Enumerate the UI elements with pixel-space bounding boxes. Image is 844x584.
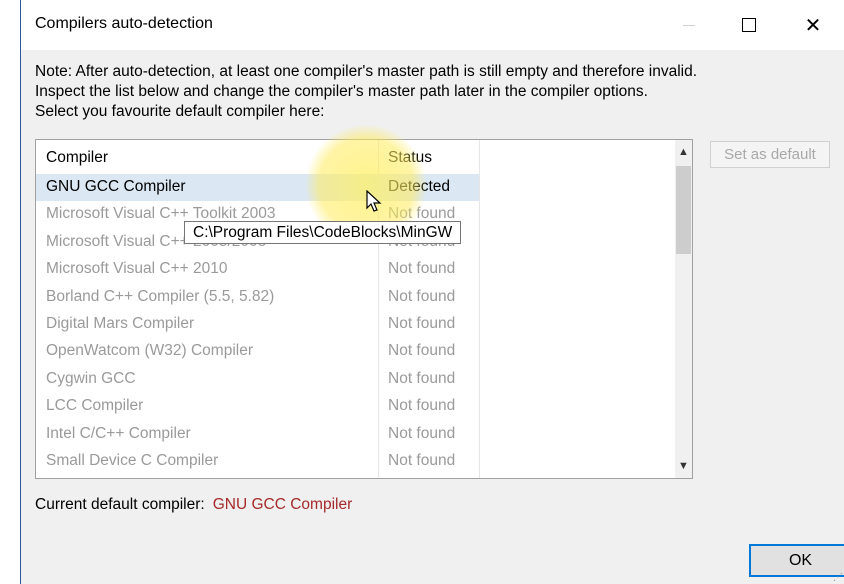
table-row[interactable]: Cygwin GCC Not found [36, 366, 676, 393]
compiler-name-cell: GNU GCC Compiler [46, 178, 186, 195]
compiler-name-cell: Borland C++ Compiler (5.5, 5.82) [46, 287, 275, 305]
compiler-status-cell: Not found [388, 397, 456, 415]
table-row[interactable]: Intel C/C++ Compiler Not found [36, 421, 676, 448]
compiler-status-cell: Not found [388, 314, 456, 332]
ok-button[interactable]: OK [749, 544, 844, 577]
path-tooltip: C:\Program Files\CodeBlocks\MinGW [184, 221, 462, 244]
compiler-name-cell: LCC Compiler [46, 397, 144, 415]
maximize-button[interactable] [726, 0, 772, 50]
table-row[interactable]: Microsoft Visual C++ 2010 Not found [36, 256, 676, 283]
set-as-default-button[interactable]: Set as default [710, 141, 830, 168]
current-default-value: GNU GCC Compiler [212, 496, 353, 513]
window-title: Compilers auto-detection [35, 15, 213, 32]
resize-grip-icon[interactable]: ⋰ [833, 572, 843, 583]
title-bar[interactable]: Compilers auto-detection ✕ [21, 0, 844, 50]
table-row[interactable]: Borland C++ Compiler (5.5, 5.82) Not foun… [36, 284, 676, 311]
maximize-icon [742, 18, 756, 32]
note-line-2: Inspect the list below and change the co… [35, 83, 648, 100]
compiler-status-cell: Not found [388, 424, 456, 442]
compiler-name-cell: Microsoft Visual C++ 2010 [46, 260, 228, 278]
scroll-up-arrow-icon[interactable]: ▲ [675, 142, 692, 162]
note-line-1: Note: After auto-detection, at least one… [35, 63, 698, 80]
compiler-name-cell: Intel C/C++ Compiler [46, 424, 191, 442]
compiler-name-cell: Digital Mars Compiler [46, 314, 195, 332]
note-line-3: Select you favourite default compiler he… [35, 103, 325, 120]
close-icon: ✕ [804, 14, 822, 37]
compiler-status-cell: Not found [388, 369, 456, 387]
compiler-status-cell: Not found [388, 342, 456, 360]
scroll-down-arrow-icon[interactable]: ▼ [675, 456, 692, 476]
table-row[interactable]: OpenWatcom (W32) Compiler Not found [36, 338, 676, 365]
compiler-status-cell: Not found [388, 260, 456, 278]
column-header-compiler[interactable]: Compiler [46, 149, 108, 167]
current-default-compiler: Current default compiler: GNU GCC Compile… [35, 496, 352, 514]
table-row[interactable]: LCC Compiler Not found [36, 393, 676, 420]
compiler-name-cell: Small Device C Compiler [46, 451, 219, 469]
compiler-name-cell: OpenWatcom (W32) Compiler [46, 342, 254, 360]
compiler-status-cell: Not found [388, 451, 456, 469]
table-row[interactable]: Small Device C Compiler Not found [36, 448, 676, 475]
mouse-pointer-icon [366, 190, 382, 212]
ok-button-label: OK [788, 552, 813, 569]
compiler-name-cell: Cygwin GCC [46, 369, 136, 387]
close-button[interactable]: ✕ [790, 0, 836, 50]
table-row[interactable]: Digital Mars Compiler Not found [36, 311, 676, 338]
scroll-thumb[interactable] [676, 166, 691, 254]
vertical-scrollbar[interactable]: ▲ ▼ [675, 140, 692, 478]
current-default-label: Current default compiler: [35, 496, 205, 513]
minimize-button[interactable] [666, 0, 712, 50]
minimize-icon [683, 24, 695, 26]
compiler-status-cell: Not found [388, 287, 456, 305]
dialog-window: Compilers auto-detection ✕ Note: After a… [20, 0, 844, 584]
note-text: Note: After auto-detection, at least one… [35, 62, 825, 122]
